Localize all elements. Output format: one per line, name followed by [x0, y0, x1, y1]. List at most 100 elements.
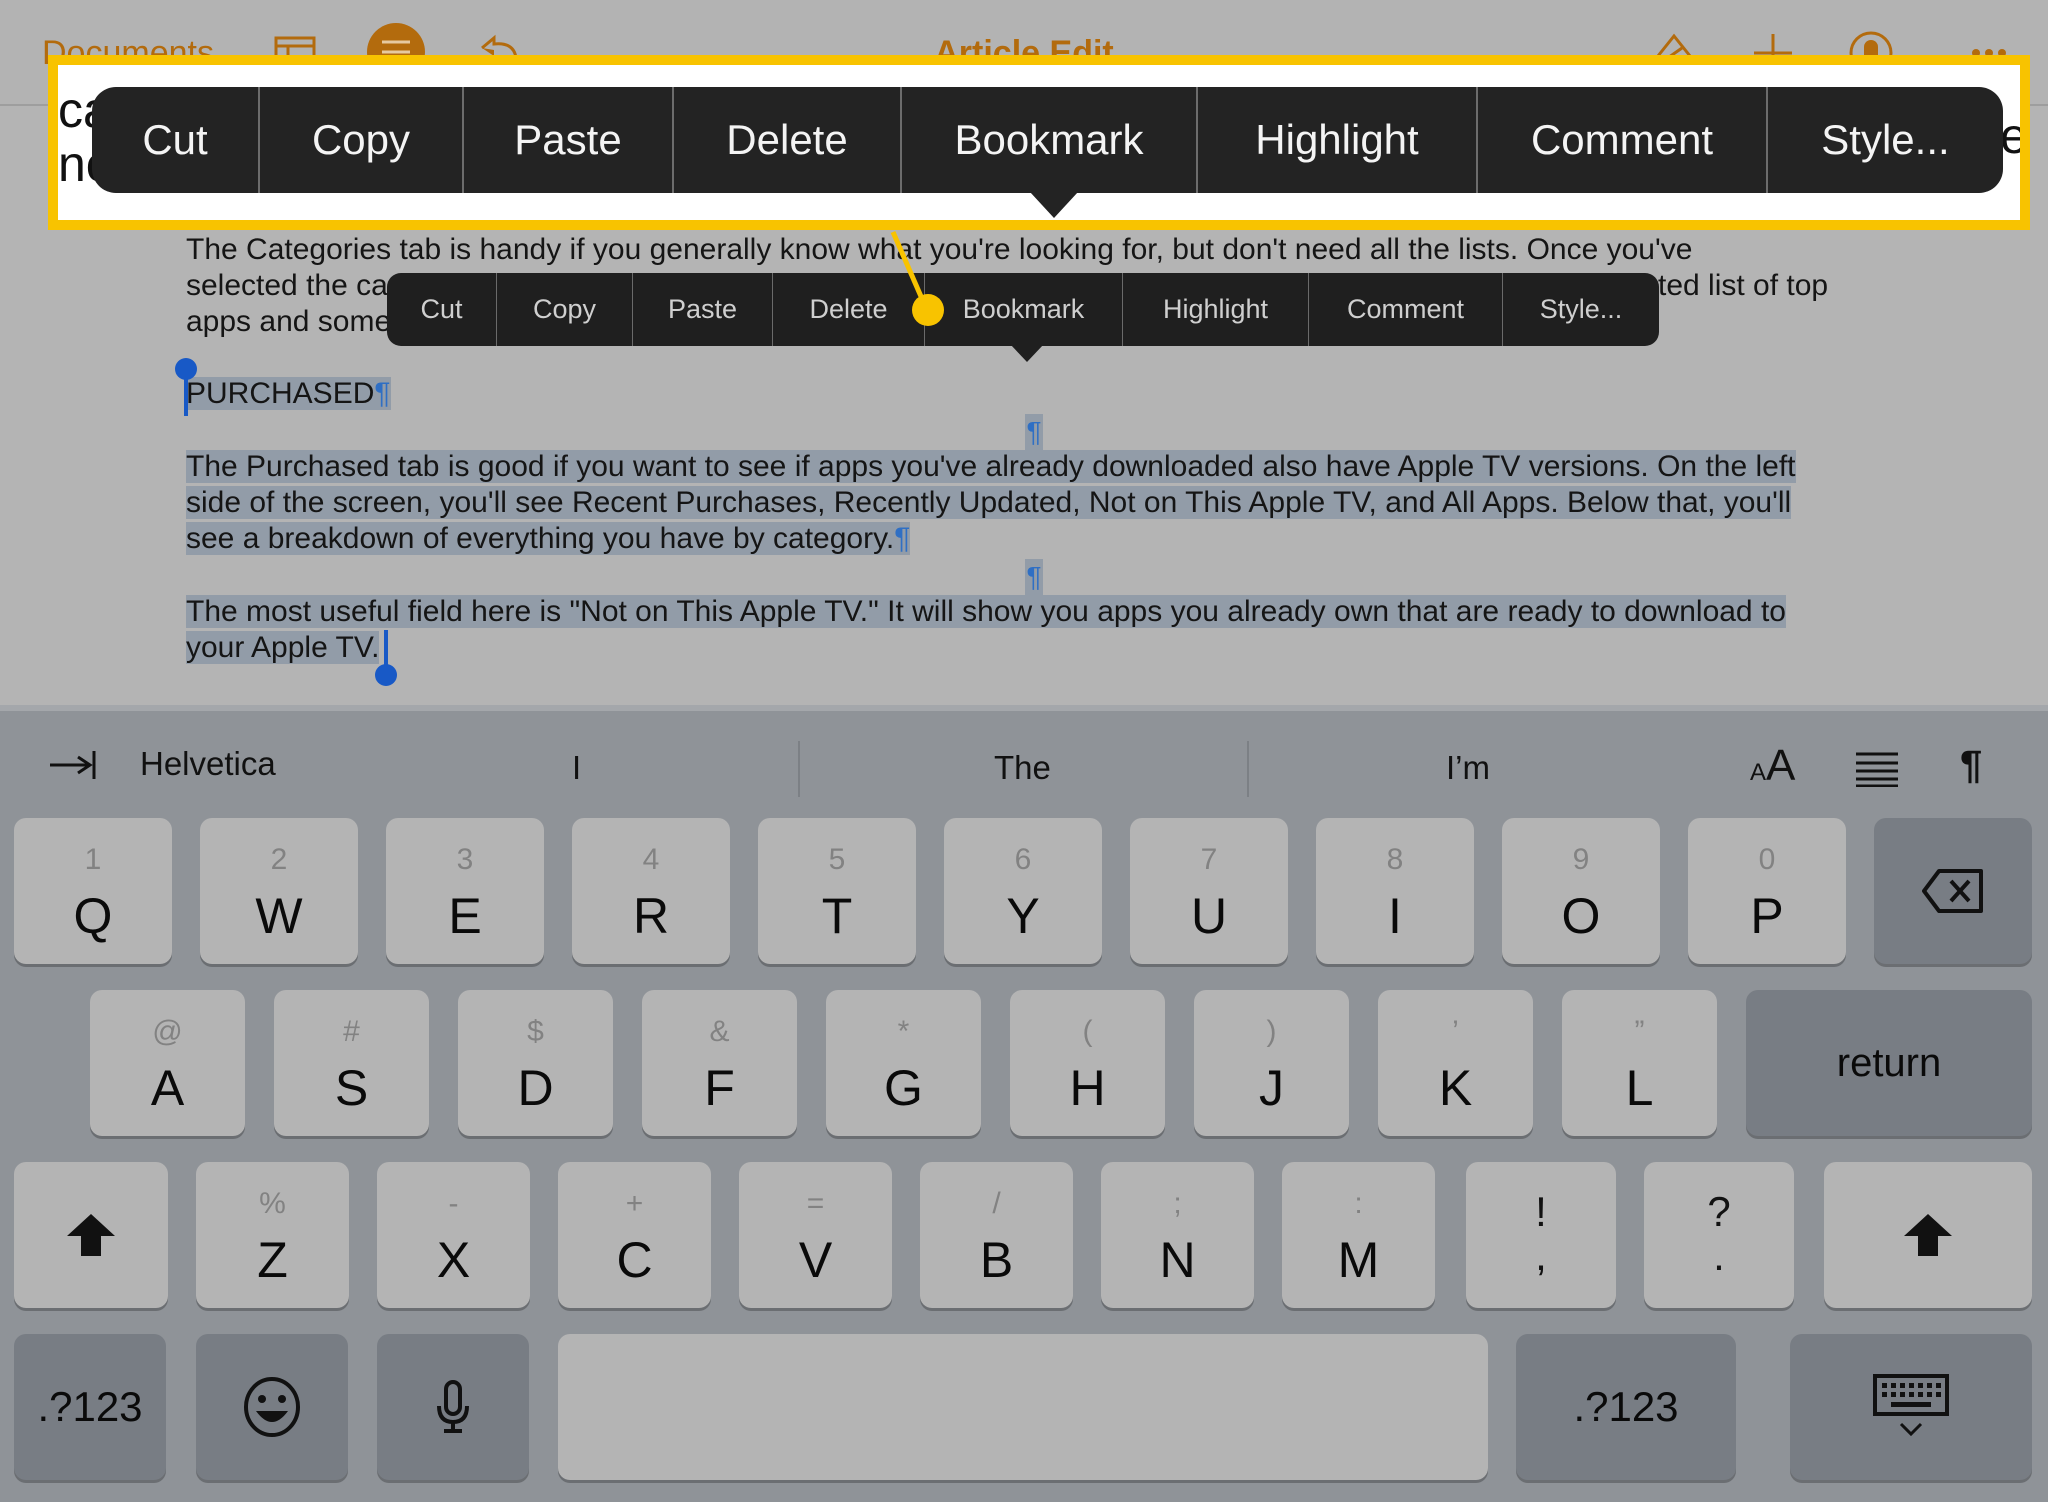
- key-primary-label: X: [436, 1232, 471, 1288]
- key-primary-label: T: [821, 888, 853, 944]
- suggestion-1[interactable]: I: [572, 749, 581, 787]
- key-r[interactable]: 4R: [572, 818, 730, 964]
- backspace-key[interactable]: [1874, 818, 2032, 964]
- selection-end-handle[interactable]: [375, 664, 397, 686]
- key-primary-label: N: [1159, 1232, 1196, 1288]
- key-bottom-label: ,: [1535, 1232, 1547, 1279]
- font-size-large-label: A: [1766, 741, 1796, 790]
- menu-item-paste[interactable]: Paste: [633, 273, 773, 346]
- emoji-key[interactable]: [196, 1334, 348, 1480]
- key-secondary-label: :: [1354, 1187, 1363, 1220]
- menu-item-enlarged-highlight[interactable]: Highlight: [1198, 87, 1478, 193]
- numbers-label: .?123: [37, 1383, 143, 1430]
- key-o[interactable]: 9O: [1502, 818, 1660, 964]
- font-size-button[interactable]: AA: [1750, 741, 1795, 791]
- paragraph-line: see a breakdown of everything you have b…: [186, 522, 895, 555]
- key-secondary-label: ;: [1173, 1187, 1182, 1220]
- key-question-period[interactable]: ?.: [1644, 1162, 1794, 1308]
- key-p[interactable]: 0P: [1688, 818, 1846, 964]
- tab-indent-icon[interactable]: [48, 747, 100, 783]
- key-primary-label: D: [517, 1060, 554, 1116]
- key-secondary-label: /: [992, 1187, 1001, 1220]
- menu-item-enlarged-delete[interactable]: Delete: [674, 87, 902, 193]
- key-secondary-label: 6: [1014, 843, 1032, 876]
- key-secondary-label: 8: [1386, 843, 1404, 876]
- key-k[interactable]: ’ K: [1378, 990, 1533, 1136]
- key-secondary-label: 7: [1200, 843, 1218, 876]
- key-u[interactable]: 7U: [1130, 818, 1288, 964]
- menu-item-comment[interactable]: Comment: [1309, 273, 1503, 346]
- key-primary-label: M: [1337, 1232, 1380, 1288]
- numbers-key-left[interactable]: .?123: [14, 1334, 166, 1480]
- space-label: [558, 1334, 1488, 1480]
- numbers-key-right[interactable]: .?123: [1516, 1334, 1736, 1480]
- menu-item-style[interactable]: Style...: [1503, 273, 1659, 346]
- shift-key-left[interactable]: [14, 1162, 168, 1308]
- key-primary-label: C: [616, 1232, 653, 1288]
- key-c[interactable]: + C: [558, 1162, 711, 1308]
- key-primary-label: Q: [73, 888, 113, 944]
- key-z[interactable]: % Z: [196, 1162, 349, 1308]
- key-j[interactable]: ) J: [1194, 990, 1349, 1136]
- key-d[interactable]: $ D: [458, 990, 613, 1136]
- backspace-icon: [1874, 818, 2032, 964]
- key-g[interactable]: * G: [826, 990, 981, 1136]
- context-menu-pointer: [1010, 344, 1044, 362]
- key-q[interactable]: 1Q: [14, 818, 172, 964]
- hide-keyboard-key[interactable]: [1790, 1334, 2032, 1480]
- menu-item-enlarged-bookmark[interactable]: Bookmark: [902, 87, 1198, 193]
- heading-purchased[interactable]: PURCHASED¶: [186, 376, 1886, 412]
- key-secondary-label: 9: [1572, 843, 1590, 876]
- hide-keyboard-icon: [1790, 1334, 2032, 1480]
- key-secondary-label: 5: [828, 843, 846, 876]
- key-b[interactable]: / B: [920, 1162, 1073, 1308]
- pilcrow-toggle-button[interactable]: ¶: [1960, 743, 1982, 788]
- key-top-label: !: [1535, 1188, 1547, 1235]
- key-primary-label: J: [1259, 1060, 1284, 1116]
- key-secondary-label: @: [152, 1015, 183, 1048]
- key-m[interactable]: :M: [1282, 1162, 1435, 1308]
- microphone-icon: [377, 1334, 529, 1480]
- menu-item-highlight[interactable]: Highlight: [1123, 273, 1309, 346]
- paragraph-purchased[interactable]: The Purchased tab is good if you want to…: [186, 449, 1886, 557]
- context-menu-enlarged-pointer: [1030, 192, 1078, 218]
- key-x[interactable]: -X: [377, 1162, 530, 1308]
- menu-item-cut[interactable]: Cut: [387, 273, 497, 346]
- heading-text: PURCHASED: [186, 377, 375, 410]
- key-f[interactable]: & F: [642, 990, 797, 1136]
- suggestion-3[interactable]: I’m: [1446, 749, 1490, 787]
- menu-item-enlarged-comment[interactable]: Comment: [1478, 87, 1768, 193]
- font-name-button[interactable]: Helvetica: [140, 745, 276, 783]
- key-h[interactable]: (H: [1010, 990, 1165, 1136]
- dictation-key[interactable]: [377, 1334, 529, 1480]
- key-t[interactable]: 5T: [758, 818, 916, 964]
- key-secondary-label: 3: [456, 843, 474, 876]
- key-e[interactable]: 3E: [386, 818, 544, 964]
- menu-item-enlarged-style[interactable]: Style...: [1768, 87, 2003, 193]
- space-bar[interactable]: [558, 1334, 1488, 1480]
- key-l[interactable]: ” L: [1562, 990, 1717, 1136]
- paragraph-not-on-apple-tv[interactable]: The most useful field here is "Not on Th…: [186, 594, 1886, 666]
- key-a[interactable]: @ A: [90, 990, 245, 1136]
- menu-item-bookmark[interactable]: Bookmark: [925, 273, 1123, 346]
- shift-icon: [1824, 1162, 2032, 1308]
- suggestion-2[interactable]: The: [994, 749, 1051, 787]
- key-primary-label: K: [1438, 1060, 1473, 1116]
- menu-item-delete[interactable]: Delete: [773, 273, 925, 346]
- key-v[interactable]: = V: [739, 1162, 892, 1308]
- paragraph-line: selected the ca: [186, 269, 388, 302]
- menu-item-enlarged-copy[interactable]: Copy: [260, 87, 464, 193]
- key-w[interactable]: 2W: [200, 818, 358, 964]
- menu-item-copy[interactable]: Copy: [497, 273, 633, 346]
- key-i[interactable]: 8I: [1316, 818, 1474, 964]
- menu-item-enlarged-paste[interactable]: Paste: [464, 87, 674, 193]
- key-exclaim-comma[interactable]: !,: [1466, 1162, 1616, 1308]
- key-y[interactable]: 6Y: [944, 818, 1102, 964]
- menu-item-enlarged-cut[interactable]: Cut: [92, 87, 260, 193]
- context-menu-enlarged: Cut Copy Paste Delete Bookmark Highlight Comme…: [92, 87, 2003, 193]
- return-key[interactable]: return: [1746, 990, 2032, 1136]
- key-s[interactable]: # S: [274, 990, 429, 1136]
- key-n[interactable]: ; N: [1101, 1162, 1254, 1308]
- shift-key-right[interactable]: [1824, 1162, 2032, 1308]
- justify-icon[interactable]: [1856, 751, 1898, 788]
